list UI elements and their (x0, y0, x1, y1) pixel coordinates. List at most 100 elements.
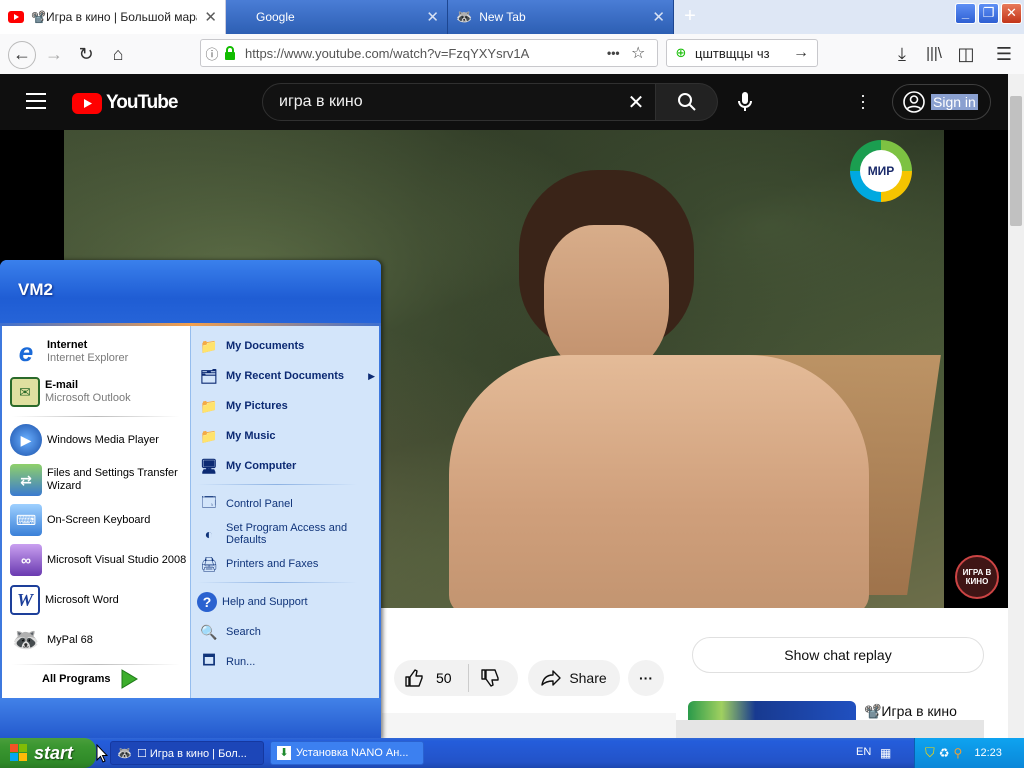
youtube-logo-text: YouTube (106, 92, 178, 113)
system-label: Control Panel (226, 498, 293, 510)
keyboard-tray-icon[interactable]: ▦ (880, 746, 891, 760)
program-files-settings-transfer[interactable]: ⇄ Files and Settings Transfer Wizard (2, 462, 190, 498)
run-item[interactable]: 🗖 Run... (197, 650, 375, 674)
bookmark-star-icon[interactable]: ☆ (631, 43, 657, 63)
place-my-pictures[interactable]: 📁 My Pictures (197, 394, 375, 418)
search-bar-text[interactable]: цштвщцы чз (695, 46, 793, 61)
back-arrow-icon[interactable]: ← (8, 41, 36, 69)
place-my-music[interactable]: 📁 My Music (197, 424, 375, 448)
info-icon[interactable]: ⓘ (201, 44, 223, 63)
magnifier-icon: 🔍 (200, 623, 218, 640)
sidebar-icon[interactable]: ◫ (954, 42, 978, 66)
youtube-search-text[interactable]: игра в кино (263, 93, 617, 111)
tab-title: New Tab (479, 10, 526, 24)
start-menu: VM2 e Internet Internet Explorer ✉ E-mail… (0, 260, 381, 740)
magnifier-tray-icon[interactable]: ⚲ (954, 746, 963, 760)
network-icon[interactable]: ♻ (939, 746, 950, 760)
place-my-computer[interactable]: 🖥 My Computer (197, 454, 375, 478)
share-button[interactable]: Share (528, 660, 620, 696)
voice-search-icon[interactable] (738, 92, 752, 115)
program-mypal[interactable]: 🦝 MyPal 68 (2, 622, 190, 658)
shield-icon[interactable]: ⛉ (925, 745, 935, 761)
watermark: ИГРА В КИНО (955, 555, 999, 599)
new-tab-button[interactable]: + (676, 4, 704, 30)
program-label: Windows Media Player (47, 433, 159, 446)
green-arrow-icon (121, 669, 139, 689)
library-icon[interactable]: |||\ (922, 42, 946, 66)
page-scrollbar[interactable] (1008, 74, 1024, 738)
related-video-title[interactable]: 📽️Игра в кино (864, 703, 957, 720)
restore-button[interactable]: ❐ (978, 3, 999, 24)
dislike-button[interactable] (480, 668, 500, 691)
program-visual-studio[interactable]: ∞ Microsoft Visual Studio 2008 (2, 542, 190, 578)
keyboard-icon: ⌨ (10, 504, 42, 536)
pinned-label: Internet (47, 339, 88, 351)
like-count: 50 (436, 670, 452, 686)
pictures-folder-icon: 📁 (200, 397, 218, 414)
close-window-button[interactable]: ✕ (1001, 3, 1022, 24)
all-programs-button[interactable]: All Programs (42, 669, 139, 689)
show-chat-replay-button[interactable]: Show chat replay (692, 637, 984, 673)
menu-icon[interactable]: ☰ (992, 42, 1016, 66)
home-icon[interactable]: ⌂ (106, 42, 130, 66)
program-windows-media-player[interactable]: ▶ Windows Media Player (2, 422, 190, 458)
search-item[interactable]: 🔍 Search (197, 620, 375, 644)
place-label: My Music (226, 430, 276, 442)
program-label: MyPal 68 (47, 633, 93, 646)
windows-logo-icon (10, 744, 27, 761)
url-text[interactable]: https://www.youtube.com/watch?v=FzqYXYsr… (245, 46, 607, 61)
help-and-support[interactable]: ? Help and Support (197, 590, 375, 614)
page-actions-icon[interactable]: ••• (607, 46, 631, 60)
close-icon[interactable]: ✕ (426, 10, 439, 25)
clock[interactable]: 12:23 (974, 747, 1002, 759)
minimize-button[interactable]: _ (955, 3, 976, 24)
start-button[interactable]: start (0, 738, 96, 768)
youtube-search-button[interactable] (656, 83, 718, 121)
more-actions-button[interactable]: ··· (628, 660, 664, 696)
tab-new-tab[interactable]: 🦝 New Tab ✕ (448, 0, 674, 34)
close-icon[interactable]: ✕ (204, 10, 217, 25)
control-panel[interactable]: 🗔 Control Panel (197, 492, 375, 516)
youtube-logo[interactable]: YouTube (72, 92, 178, 114)
tab-youtube[interactable]: 📽️Игра в кино | Большой мараф ✕ (0, 0, 226, 34)
taskbar-task-browser[interactable]: 🦝 ☐ Игра в кино | Бол... (110, 741, 264, 765)
scrollbar-thumb[interactable] (1010, 96, 1022, 226)
place-my-documents[interactable]: 📁 My Documents (197, 334, 375, 358)
pinned-internet[interactable]: e Internet Internet Explorer (2, 334, 190, 370)
start-menu-header (0, 260, 381, 324)
system-label: Set Program Access and Defaults (226, 522, 348, 546)
hamburger-menu-icon[interactable] (26, 93, 46, 109)
search-bar[interactable]: ⊕ цштвщцы чз → (666, 39, 818, 67)
youtube-search-input[interactable]: игра в кино ✕ (262, 83, 656, 121)
forward-arrow-icon[interactable]: → (42, 42, 66, 66)
place-my-recent-documents[interactable]: 🗂 My Recent Documents ▶ (197, 364, 375, 388)
reload-icon[interactable]: ↻ (74, 42, 98, 66)
download-icon[interactable]: ⤓ (890, 42, 914, 66)
music-folder-icon: 📁 (200, 427, 218, 444)
system-label: Printers and Faxes (226, 558, 319, 570)
taskbar-task-installer[interactable]: ⬇ Установка NANO Ан... (270, 741, 424, 765)
url-bar[interactable]: ⓘ https://www.youtube.com/watch?v=FzqYXY… (200, 39, 658, 67)
sign-in-button[interactable]: Sign in (892, 84, 991, 120)
like-button[interactable]: 50 (404, 668, 452, 688)
chat-replay-label: Show chat replay (784, 647, 892, 663)
settings-dots-icon[interactable]: · · · (860, 86, 866, 116)
channel-logo-text: МИР (860, 150, 902, 192)
lock-icon (225, 46, 235, 60)
program-microsoft-word[interactable]: W Microsoft Word (2, 582, 190, 618)
pinned-email[interactable]: ✉ E-mail Microsoft Outlook (2, 374, 190, 410)
computer-icon: 🖥 (200, 457, 218, 474)
pinned-sublabel: Microsoft Outlook (45, 392, 131, 404)
search-engine-icon[interactable]: ⊕ (667, 45, 695, 61)
printers-and-faxes[interactable]: 🖨 Printers and Faxes (197, 552, 375, 576)
close-icon[interactable]: ✕ (652, 10, 665, 25)
help-label: Help and Support (222, 596, 308, 608)
go-arrow-icon[interactable]: → (793, 44, 817, 62)
task-label: ☐ Игра в кино | Бол... (136, 747, 247, 760)
tab-google[interactable]: Google ✕ (226, 0, 448, 34)
set-program-access[interactable]: ◐ Set Program Access and Defaults (197, 520, 375, 548)
clear-search-icon[interactable]: ✕ (617, 90, 655, 115)
program-on-screen-keyboard[interactable]: ⌨ On-Screen Keyboard (2, 502, 190, 538)
channel-logo: МИР (850, 140, 912, 202)
language-indicator[interactable]: EN (856, 746, 871, 758)
